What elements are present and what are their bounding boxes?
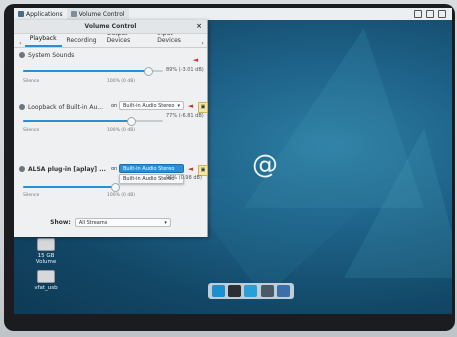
volume-control-window: Volume Control × ‹ Playback Recording Ou… bbox=[14, 20, 208, 237]
volume-slider[interactable] bbox=[23, 183, 121, 192]
stream-alsa-plugin: ALSA plug-in [aplay] ... on Built-in Aud… bbox=[14, 162, 208, 212]
terminal-icon[interactable] bbox=[228, 285, 242, 297]
device-select[interactable]: Built-in Audio Stereo bbox=[119, 164, 184, 173]
show-select[interactable]: All Streams ▾ bbox=[74, 218, 171, 227]
volume-app-icon bbox=[70, 11, 77, 17]
speaker-icon bbox=[19, 166, 25, 172]
network-icon[interactable] bbox=[414, 10, 422, 18]
desktop-screen: Applications Volume Control @ 15 GB Volu… bbox=[14, 8, 452, 314]
speaker-icon bbox=[19, 52, 25, 58]
stream-name: Loopback of Built-in Au... bbox=[28, 103, 104, 111]
wallpaper-facet bbox=[344, 128, 452, 278]
search-icon[interactable] bbox=[260, 285, 274, 297]
tab-bar: ‹ Playback Recording Output Devices Inpu… bbox=[14, 30, 207, 48]
mute-icon[interactable]: ◄ bbox=[191, 56, 200, 65]
tab-playback[interactable]: Playback bbox=[24, 33, 62, 47]
top-panel: Applications Volume Control bbox=[14, 8, 452, 20]
debian-logo-icon: @ bbox=[252, 150, 278, 180]
volume-slider[interactable] bbox=[23, 67, 163, 76]
stream-name: System Sounds bbox=[28, 51, 75, 59]
volume-value: 96% (0.98 dB) bbox=[166, 175, 202, 181]
mute-icon[interactable]: ◄ bbox=[186, 165, 195, 174]
stream-name: ALSA plug-in [aplay] ... bbox=[28, 165, 106, 173]
drive-icon bbox=[37, 238, 55, 251]
applications-icon bbox=[18, 11, 24, 17]
scale-label-silence: Silence bbox=[23, 128, 40, 133]
scale-label-100: 100% (0 dB) bbox=[107, 79, 136, 84]
chevron-down-icon: ▾ bbox=[164, 219, 167, 226]
show-desktop-icon[interactable] bbox=[211, 285, 225, 297]
scale-label-silence: Silence bbox=[23, 193, 40, 198]
device-select[interactable]: Built-in Audio Stereo ▾ bbox=[119, 101, 184, 110]
chevron-down-icon: ▾ bbox=[177, 102, 180, 109]
show-label: Show: bbox=[50, 219, 71, 226]
taskbar-volume-control[interactable]: Volume Control bbox=[66, 8, 129, 20]
volume-value: 77% (-6.81 dB) bbox=[166, 113, 204, 119]
speaker-icon bbox=[19, 104, 25, 110]
stream-loopback: Loopback of Built-in Au... on Built-in A… bbox=[14, 98, 208, 148]
desktop-icon-vfat-usb[interactable]: vfat_usb bbox=[26, 270, 66, 291]
volume-slider[interactable] bbox=[23, 117, 163, 126]
tab-recording[interactable]: Recording bbox=[62, 35, 102, 47]
close-icon[interactable]: × bbox=[195, 22, 203, 30]
show-filter-row: Show: All Streams ▾ bbox=[14, 218, 207, 227]
mute-icon[interactable]: ◄ bbox=[186, 102, 195, 111]
window-title: Volume Control bbox=[84, 23, 137, 30]
power-icon[interactable] bbox=[438, 10, 446, 18]
desktop-icon-volume[interactable]: 15 GB Volume bbox=[26, 238, 66, 265]
applications-menu[interactable]: Applications bbox=[14, 8, 67, 20]
speaker-icon[interactable] bbox=[426, 10, 434, 18]
usb-drive-icon bbox=[37, 270, 55, 283]
scale-label-100: 100% (0 dB) bbox=[107, 128, 136, 133]
volume-value: 89% (-3.01 dB) bbox=[166, 67, 204, 73]
stream-system-sounds: System Sounds ◄ 89% (-3.01 dB) Silence 1… bbox=[14, 50, 207, 102]
lock-channels-icon[interactable]: ▣ bbox=[198, 102, 208, 113]
chevron-left-icon[interactable]: ‹ bbox=[16, 40, 25, 47]
folder-icon[interactable] bbox=[277, 285, 291, 297]
file-manager-icon[interactable] bbox=[244, 285, 258, 297]
scale-label-100: 100% (0 dB) bbox=[107, 193, 136, 198]
panel-tray bbox=[414, 10, 452, 18]
scale-label-silence: Silence bbox=[23, 79, 40, 84]
chevron-right-icon[interactable]: › bbox=[198, 40, 207, 47]
window-titlebar[interactable]: Volume Control × bbox=[14, 20, 207, 34]
dock bbox=[208, 283, 294, 299]
